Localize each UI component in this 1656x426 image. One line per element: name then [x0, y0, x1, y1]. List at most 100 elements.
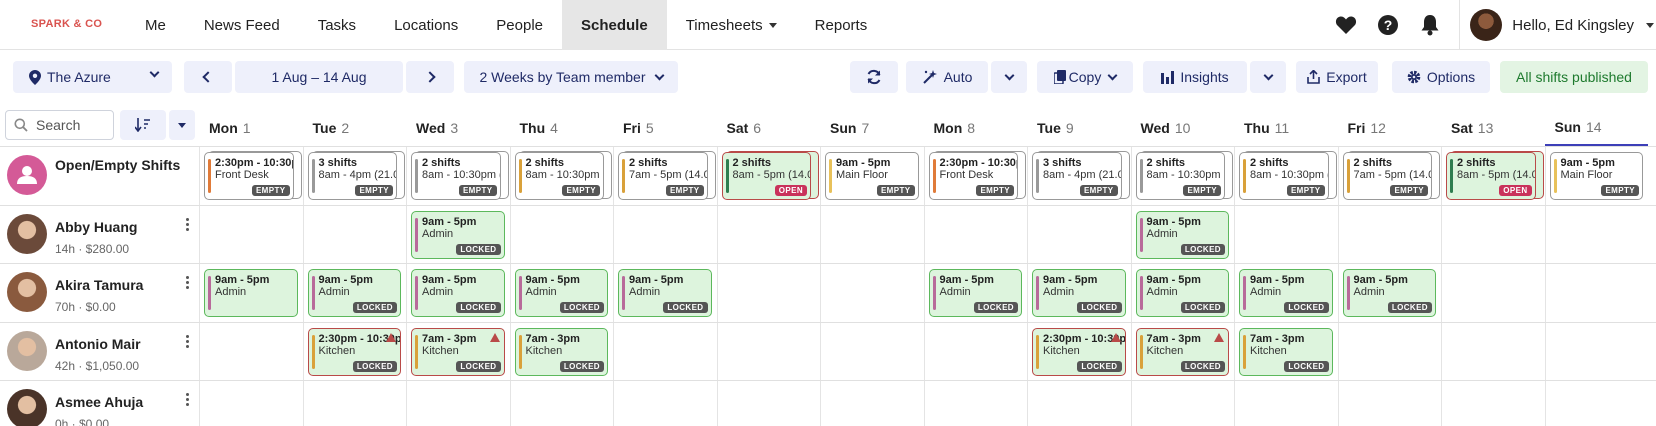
open-shifts-avatar-icon — [7, 155, 47, 195]
shift-card[interactable]: 9am - 5pm Admin LOCKED — [928, 269, 1022, 317]
heart-icon[interactable] — [1333, 12, 1359, 38]
day-header-tue-9[interactable]: Tue 9 — [1027, 110, 1131, 146]
search-field[interactable] — [5, 110, 114, 140]
nav-item-people[interactable]: People — [477, 0, 562, 50]
shift-card[interactable]: 7am - 3pm Kitchen LOCKED — [1135, 327, 1229, 376]
day-header-sat-13[interactable]: Sat 13 — [1441, 110, 1545, 146]
location-select[interactable]: The Azure — [13, 61, 172, 93]
user-avatar[interactable] — [1470, 9, 1503, 41]
shift-color-bar — [1139, 334, 1143, 369]
open-shift-card[interactable]: 9am - 5pm Main Floor EMPTY — [1549, 152, 1643, 200]
shift-card[interactable]: 2:30pm - 10:30pmKitchenLOCKED — [307, 327, 401, 376]
shift-time: 2 shifts — [1353, 157, 1393, 169]
shift-card[interactable]: 9am - 5pm Admin LOCKED — [307, 269, 401, 317]
insights-options-button[interactable] — [1250, 61, 1286, 93]
open-shift-card[interactable]: 2 shifts 8am - 10:30pm (EMPTY — [1135, 152, 1225, 200]
refresh-button[interactable] — [850, 61, 898, 93]
team-member-asmee-ahuja[interactable]: Asmee Ahuja 0h · $0.00 — [0, 381, 200, 426]
next-period-button[interactable] — [406, 61, 454, 93]
shift-card[interactable]: 7am - 3pm Kitchen LOCKED — [1239, 327, 1333, 376]
more-options-icon[interactable] — [186, 334, 190, 348]
day-header-thu-11[interactable]: Thu 11 — [1234, 110, 1338, 146]
team-member-antonio-mair[interactable]: Antonio Mair 42h · $1,050.00 — [0, 323, 200, 381]
nav-item-news-feed[interactable]: News Feed — [185, 0, 299, 50]
user-menu-chevron-icon[interactable] — [1646, 22, 1654, 28]
shift-card[interactable]: 9am - 5pm Admin LOCKED — [1032, 269, 1126, 317]
open-shift-card[interactable]: 2 shifts 8am - 10:30pm (EMPTY — [411, 152, 501, 200]
shift-role: Admin — [1146, 286, 1178, 298]
more-options-icon[interactable] — [186, 276, 190, 289]
open-shift-card[interactable]: 3 shifts 8am - 4pm (21.0 EMPTY — [307, 152, 397, 200]
shift-card[interactable]: 9am - 5pm Admin LOCKED — [1135, 210, 1229, 259]
copy-button[interactable]: Copy — [1037, 61, 1133, 93]
shift-card[interactable]: 9am - 5pm Admin LOCKED — [514, 269, 608, 317]
published-status-button[interactable]: All shifts published — [1500, 61, 1648, 93]
day-header-sun-14[interactable]: Sun 14 — [1544, 110, 1648, 146]
help-icon[interactable]: ? — [1375, 12, 1401, 38]
warning-icon — [386, 332, 396, 342]
nav-item-me[interactable]: Me — [126, 0, 185, 50]
more-options-icon[interactable] — [186, 217, 190, 231]
day-header-fri-5[interactable]: Fri 5 — [613, 110, 717, 146]
more-options-icon[interactable] — [186, 393, 190, 406]
shift-card[interactable]: 9am - 5pm Admin — [204, 269, 298, 317]
day-header-thu-4[interactable]: Thu 4 — [510, 110, 614, 146]
nav-item-tasks[interactable]: Tasks — [299, 0, 375, 50]
options-button[interactable]: Options — [1392, 61, 1490, 93]
day-header-mon-1[interactable]: Mon 1 — [199, 110, 303, 146]
team-member-abby-huang[interactable]: Abby Huang 14h · $280.00 — [0, 206, 200, 264]
open-shift-card[interactable]: 9am - 5pm Main Floor EMPTY — [825, 152, 919, 200]
team-member-akira-tamura[interactable]: Akira Tamura 70h · $0.00 — [0, 264, 200, 322]
shift-time: 9am - 5pm — [1353, 274, 1408, 286]
open-shift-card[interactable]: 2 shifts 7am - 5pm (14.0 EMPTY — [618, 152, 708, 200]
open-shift-card[interactable]: 3 shifts 8am - 4pm (21.0 EMPTY — [1032, 152, 1122, 200]
nav-item-reports[interactable]: Reports — [796, 0, 887, 50]
day-header-sat-6[interactable]: Sat 6 — [717, 110, 821, 146]
day-date: 1 — [242, 120, 251, 136]
shift-card[interactable]: 9am - 5pm Admin LOCKED — [1135, 269, 1229, 317]
sort-options-button[interactable] — [169, 110, 195, 140]
nav-item-schedule[interactable]: Schedule — [562, 0, 667, 50]
open-shift-card[interactable]: 2 shifts 7am - 5pm (14.0 EMPTY — [1342, 152, 1432, 200]
date-range-button[interactable]: 1 Aug – 14 Aug — [235, 61, 403, 93]
search-input[interactable] — [36, 117, 106, 133]
day-date: 7 — [861, 120, 870, 136]
open-shift-card[interactable]: 2 shifts 8am - 10:30pm (EMPTY — [1239, 152, 1329, 200]
insights-button[interactable]: Insights — [1143, 61, 1247, 93]
shift-role: Admin — [422, 286, 454, 298]
brand-logo[interactable]: SPARK & CO — [31, 18, 102, 30]
user-greeting[interactable]: Hello, Ed Kingsley — [1512, 17, 1634, 34]
chevron-right-icon — [424, 71, 436, 83]
day-header-mon-8[interactable]: Mon 8 — [924, 110, 1028, 146]
shift-card[interactable]: 9am - 5pm Admin LOCKED — [411, 210, 505, 259]
bell-icon[interactable] — [1417, 12, 1443, 38]
shift-card[interactable]: 7am - 3pm Kitchen LOCKED — [411, 327, 505, 376]
shift-card[interactable]: 9am - 5pm Admin LOCKED — [1239, 269, 1333, 317]
shift-card[interactable]: 9am - 5pm Admin LOCKED — [411, 269, 505, 317]
view-select[interactable]: 2 Weeks by Team member — [464, 61, 678, 93]
shift-color-bar — [311, 276, 315, 310]
shift-card[interactable]: 9am - 5pm Admin LOCKED — [618, 269, 712, 317]
auto-button[interactable]: Auto — [906, 61, 988, 93]
open-shifts-row-header[interactable]: Open/Empty Shifts — [0, 147, 200, 205]
shift-role: Admin — [525, 286, 557, 298]
nav-item-locations[interactable]: Locations — [375, 0, 477, 50]
sort-button[interactable] — [120, 110, 166, 140]
open-shift-card[interactable]: 2 shifts 8am - 5pm (14.0 OPEN — [721, 152, 811, 200]
day-header-sun-7[interactable]: Sun 7 — [820, 110, 924, 146]
day-header-wed-10[interactable]: Wed 10 — [1131, 110, 1235, 146]
day-header-fri-12[interactable]: Fri 12 — [1338, 110, 1442, 146]
open-shift-card[interactable]: 2 shifts 8am - 10:30pm (EMPTY — [514, 152, 604, 200]
shift-card[interactable]: 7am - 3pm Kitchen LOCKED — [514, 327, 608, 376]
open-shift-card[interactable]: 2:30pm - 10:30pmFront Desk EMPTY — [928, 152, 1018, 200]
shift-card[interactable]: 2:30pm - 10:30pmKitchenLOCKED — [1032, 327, 1126, 376]
day-header-tue-2[interactable]: Tue 2 — [303, 110, 407, 146]
day-header-wed-3[interactable]: Wed 3 — [406, 110, 510, 146]
shift-card[interactable]: 9am - 5pm Admin LOCKED — [1342, 269, 1436, 317]
export-button[interactable]: Export — [1296, 61, 1378, 93]
nav-item-timesheets[interactable]: Timesheets — [667, 0, 796, 50]
prev-period-button[interactable] — [184, 61, 232, 93]
open-shift-card[interactable]: 2 shifts 8am - 5pm (14.0 OPEN — [1446, 152, 1536, 200]
auto-options-button[interactable] — [991, 61, 1027, 93]
open-shift-card[interactable]: 2:30pm - 10:30pmFront Desk EMPTY — [204, 152, 294, 200]
